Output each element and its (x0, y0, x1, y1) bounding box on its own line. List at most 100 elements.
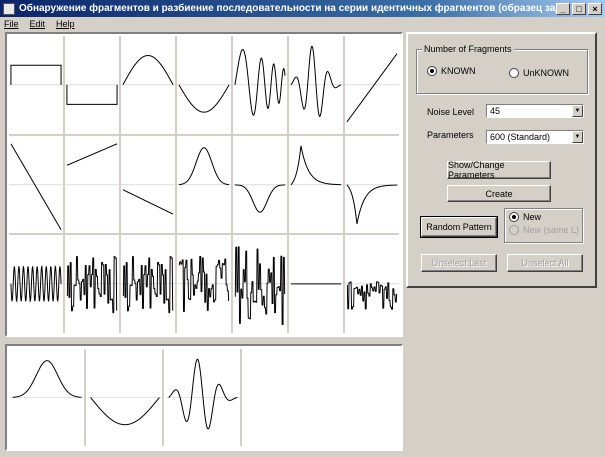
fragment-thumbnail (345, 36, 399, 134)
fragment-thumbnail (289, 36, 343, 134)
waveform-sine-dip (179, 85, 229, 112)
fragment-thumbnail (289, 235, 343, 333)
show-change-parameters-button[interactable]: Show/Change Parameters (447, 160, 551, 180)
minimize-button[interactable]: _ (556, 2, 570, 15)
window-title: Обнаружение фрагментов и разбиение после… (19, 3, 556, 14)
fragment-cell[interactable] (9, 36, 63, 134)
fragment-grid (9, 36, 399, 333)
fragment-cell[interactable] (65, 235, 119, 333)
control-panel: Number of Fragments KNOWN UnKNOWN Noise … (406, 32, 597, 288)
radio-unknown-dot (509, 68, 519, 78)
fragment-cell[interactable] (65, 36, 119, 134)
selected-fragment (166, 349, 242, 446)
waveform-bell-peak (13, 361, 82, 398)
fragment-thumbnail (233, 235, 287, 333)
parameters-label: Parameters (427, 130, 474, 140)
radio-new-dot (509, 212, 519, 222)
waveform-noisy-wave-a (67, 257, 117, 313)
fragment-cell[interactable] (121, 36, 175, 134)
menu-bar: File Edit Help (0, 17, 605, 30)
waveform-bell-dip (235, 185, 285, 212)
fragment-cell[interactable] (345, 135, 399, 234)
unselect-all-button[interactable]: Unselect All (507, 254, 583, 272)
chevron-down-icon: ▼ (572, 105, 583, 117)
waveform-ramp-up-offset (67, 143, 117, 164)
fragments-groupbox: Number of Fragments KNOWN UnKNOWN (416, 44, 588, 94)
noise-level-value: 45 (490, 106, 501, 116)
fragment-cell[interactable] (121, 135, 175, 234)
fragment-thumbnail (345, 136, 399, 234)
create-button[interactable]: Create (447, 185, 551, 202)
fragment-thumbnail (121, 136, 175, 234)
fragment-cell[interactable] (233, 235, 287, 333)
fragment-cell[interactable] (289, 135, 343, 234)
waveform-step-high (11, 65, 61, 85)
unselect-last-button[interactable]: Unselect Last (421, 254, 497, 272)
waveform-ramp-up (347, 54, 397, 122)
waveform-sine-hump (123, 56, 173, 85)
fragment-cell[interactable] (233, 135, 287, 234)
menu-edit[interactable]: Edit (30, 19, 46, 29)
radio-new-same-l-label: New (same L) (523, 225, 580, 235)
random-pattern-button[interactable]: Random Pattern (420, 216, 498, 238)
radio-new-same-l-dot (509, 225, 519, 235)
fragment-cell[interactable] (289, 235, 343, 333)
fragment-cell[interactable] (233, 36, 287, 134)
fragment-cell[interactable] (177, 36, 231, 134)
fragment-cell[interactable] (177, 135, 231, 234)
fragment-thumbnail (177, 36, 231, 134)
waveform-exp-dip (347, 184, 397, 223)
radio-unknown-label: UnKNOWN (523, 68, 570, 78)
fragment-thumbnail (289, 136, 343, 234)
fragment-thumbnail (233, 136, 287, 234)
selected-fragment (10, 349, 86, 446)
fragment-cell[interactable] (289, 36, 343, 134)
fragment-cell[interactable] (345, 36, 399, 134)
fragment-thumbnail (121, 36, 175, 134)
selected-fragment-thumbnail (166, 349, 240, 446)
radio-known[interactable]: KNOWN (427, 66, 476, 76)
waveform-bell-peak (179, 147, 229, 184)
waveform-noisy-tall (235, 247, 285, 325)
noise-level-select[interactable]: 45 ▼ (486, 104, 584, 118)
fragment-cell[interactable] (121, 235, 175, 333)
fragment-thumbnail (121, 235, 175, 333)
fragment-cell[interactable] (9, 235, 63, 333)
fragment-thumbnail (65, 136, 119, 234)
close-button[interactable]: × (588, 2, 602, 15)
waveform-burst-wave (291, 46, 341, 116)
radio-known-label: KNOWN (441, 66, 476, 76)
app-icon (3, 2, 15, 15)
fragment-cell[interactable] (177, 235, 231, 333)
radio-known-dot (427, 66, 437, 76)
chevron-down-icon: ▼ (572, 131, 583, 143)
waveform-sine-dip (91, 398, 160, 425)
noise-level-label: Noise Level (427, 107, 475, 117)
fragment-grid-panel (5, 32, 403, 337)
fragment-thumbnail (9, 235, 63, 333)
fragment-thumbnail (177, 136, 231, 234)
waveform-noisy-low (347, 282, 397, 309)
menu-file[interactable]: File (4, 19, 19, 29)
fragment-thumbnail (233, 36, 287, 134)
waveform-ramp-down (11, 143, 61, 229)
menu-help[interactable]: Help (56, 19, 75, 29)
fragment-cell[interactable] (345, 235, 399, 333)
parameters-select[interactable]: 600 (Standard) ▼ (486, 130, 584, 144)
fragments-legend: Number of Fragments (422, 44, 514, 54)
parameters-value: 600 (Standard) (490, 132, 551, 142)
radio-new-same-l[interactable]: New (same L) (509, 225, 579, 235)
fragment-cell[interactable] (65, 135, 119, 234)
fragment-cell[interactable] (9, 135, 63, 234)
waveform-ramp-down-low (123, 189, 173, 213)
radio-new-label: New (523, 212, 542, 222)
radio-new[interactable]: New (509, 212, 541, 222)
maximize-button[interactable]: □ (572, 2, 586, 15)
radio-unknown[interactable]: UnKNOWN (509, 68, 569, 78)
selected-fragment (88, 349, 164, 446)
fragment-thumbnail (65, 36, 119, 134)
title-bar: Обнаружение фрагментов и разбиение после… (0, 0, 605, 17)
waveform-chirp-wave (235, 49, 285, 115)
pattern-mode-groupbox: New New (same L) (504, 208, 583, 243)
fragment-thumbnail (345, 235, 399, 333)
